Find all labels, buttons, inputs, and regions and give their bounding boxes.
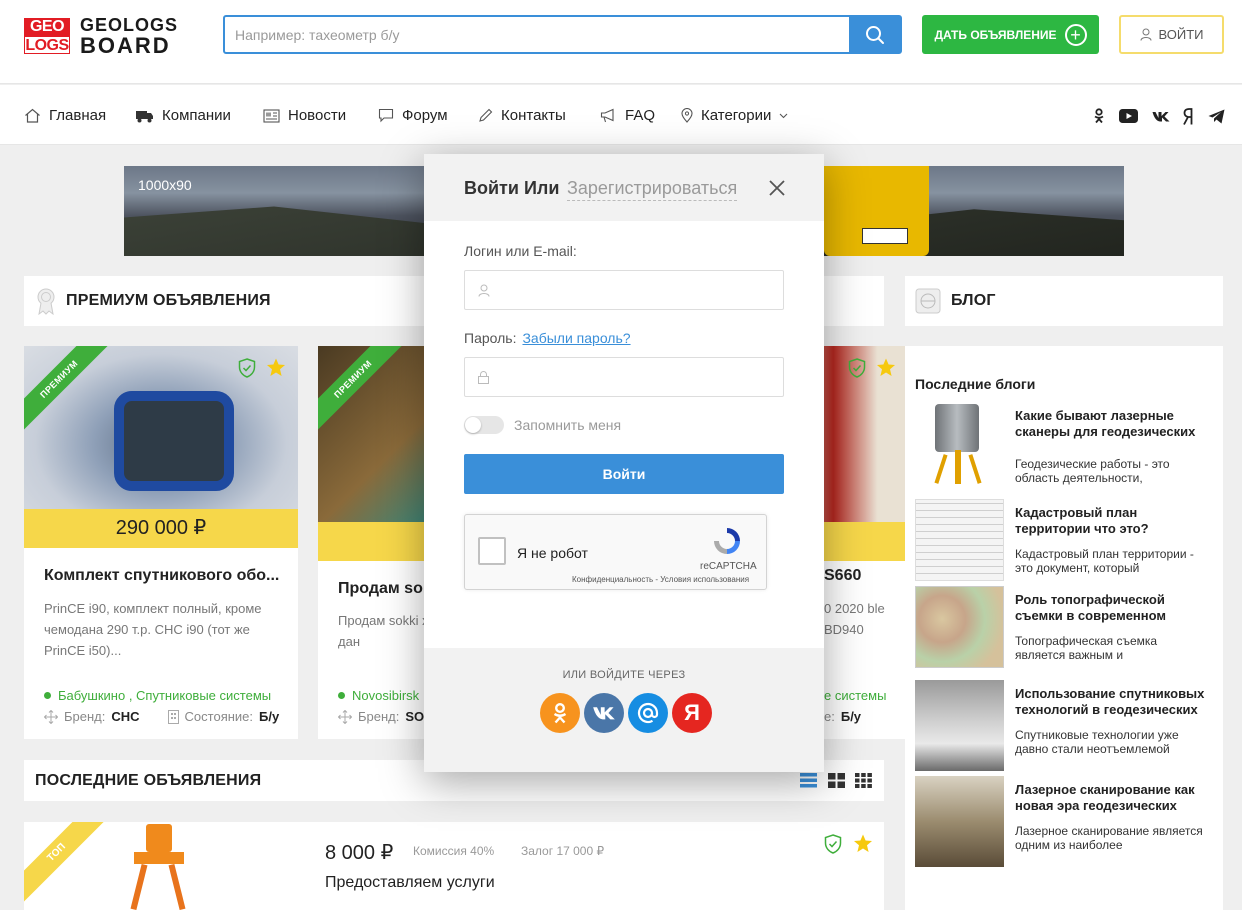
nav-item-news[interactable]: Новости (263, 107, 346, 124)
recaptcha-logo-icon (714, 528, 740, 554)
nav-label-news: Новости (288, 107, 347, 124)
login-label: ВОЙТИ (1158, 27, 1204, 42)
oauth-caption: ИЛИ ВОЙДИТЕ ЧЕРЕЗ (562, 669, 686, 681)
lock-icon (478, 370, 489, 384)
yandex-icon: Я (684, 700, 700, 725)
forgot-password-link[interactable]: Забыли пароль? (522, 330, 630, 346)
password-field-label: Пароль: (464, 330, 517, 346)
register-tab[interactable]: Зарегистрироваться (567, 178, 738, 201)
nav-label-contacts: Контакты (501, 107, 566, 124)
site-logo[interactable]: GEO LOGS GEOLOGS BOARD (24, 16, 178, 58)
recaptcha-brand: reCAPTCHA (700, 561, 757, 572)
search-input[interactable] (225, 17, 849, 52)
nav-item-contacts[interactable]: Контакты (478, 107, 566, 124)
search-button[interactable] (849, 17, 900, 52)
home-icon (25, 108, 40, 123)
nav-label-home: Главная (49, 107, 107, 124)
login-button[interactable]: ВОЙТИ (1119, 15, 1224, 54)
nav-item-forum[interactable]: Форум (378, 107, 448, 124)
recaptcha-terms[interactable]: Конфиденциальность - Условия использован… (572, 575, 749, 584)
newspaper-icon (263, 108, 280, 123)
password-field[interactable] (464, 357, 784, 397)
logo-text: GEOLOGS BOARD (80, 16, 178, 58)
telegram-icon[interactable] (1206, 107, 1226, 125)
user-icon (478, 284, 490, 297)
modal-title: Войти Или (464, 178, 560, 198)
at-sign-icon (637, 702, 659, 724)
search-icon (865, 25, 884, 44)
nav-item-categories[interactable]: Категории (681, 107, 788, 124)
recaptcha-checkbox[interactable] (478, 537, 506, 565)
nav-item-home[interactable]: Главная (24, 107, 106, 124)
recaptcha-widget: Я не робот reCAPTCHA Конфиденциальность … (464, 514, 767, 590)
nav-label-categories: Категории (701, 107, 772, 124)
pencil-icon (479, 108, 493, 122)
post-ad-label: ДАТЬ ОБЪЯВЛЕНИЕ (934, 27, 1057, 42)
map-pin-icon (681, 108, 693, 123)
close-icon[interactable] (768, 179, 786, 197)
odnoklassniki-icon (553, 703, 567, 724)
nav-item-companies[interactable]: Компании (135, 107, 231, 124)
user-icon (1140, 28, 1151, 41)
main-nav: Главная Компании Новости Форум Контакты … (0, 85, 1242, 145)
truck-icon (136, 111, 153, 123)
youtube-icon[interactable] (1118, 107, 1138, 125)
chat-icon (378, 108, 394, 123)
password-label-row: Пароль: Забыли пароль? (464, 330, 631, 346)
nav-label-faq: FAQ (625, 107, 656, 124)
post-ad-button[interactable]: ДАТЬ ОБЪЯВЛЕНИЕ + (922, 15, 1099, 54)
logo-badge-line1: GEO (24, 18, 70, 36)
remember-me-label: Запомнить меня (514, 417, 622, 433)
yandex-login-button[interactable]: Я (672, 693, 712, 733)
login-submit-button[interactable]: Войти (464, 454, 784, 494)
login-field[interactable] (464, 270, 784, 310)
logo-badge: GEO LOGS (24, 18, 70, 54)
megaphone-icon (600, 108, 614, 123)
recaptcha-label: Я не робот (517, 545, 588, 561)
login-field-label: Логин или E-mail: (464, 243, 577, 259)
brand-line2: BOARD (80, 33, 171, 58)
logo-badge-line2: LOGS (24, 36, 70, 54)
search-bar (223, 15, 902, 54)
odnoklassniki-icon[interactable] (1089, 107, 1109, 125)
odnoklassniki-login-button[interactable] (540, 693, 580, 733)
nav-item-faq[interactable]: FAQ (600, 107, 655, 124)
login-modal: Войти Или Зарегистрироваться Логин или E… (424, 154, 824, 772)
modal-footer: ИЛИ ВОЙДИТЕ ЧЕРЕЗ Я (424, 648, 824, 772)
yandex-icon[interactable] (1179, 107, 1199, 125)
plus-icon: + (1064, 23, 1087, 46)
site-header: GEO LOGS GEOLOGS BOARD ДАТЬ ОБЪЯВЛЕНИЕ +… (0, 0, 1242, 84)
remember-me-toggle[interactable] (464, 416, 504, 434)
modal-header: Войти Или Зарегистрироваться (424, 154, 824, 221)
vk-login-button[interactable] (584, 693, 624, 733)
mailru-login-button[interactable] (628, 693, 668, 733)
chevron-down-icon (780, 113, 788, 118)
nav-label-companies: Компании (162, 107, 231, 124)
vk-icon[interactable] (1151, 107, 1171, 125)
nav-label-forum: Форум (402, 107, 448, 124)
vk-icon (593, 707, 615, 720)
